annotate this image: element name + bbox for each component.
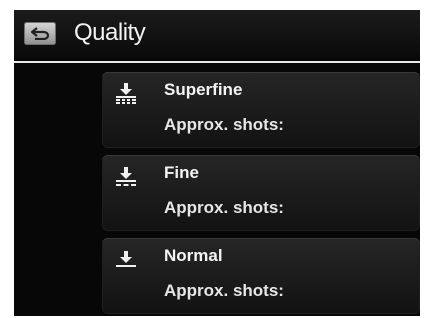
- back-arrow-icon: [30, 27, 50, 40]
- option-superfine[interactable]: Superfine Approx. shots:: [102, 72, 420, 148]
- quality-normal-icon: [116, 251, 136, 267]
- header-bar: Quality: [14, 10, 420, 58]
- back-button[interactable]: [24, 22, 56, 45]
- quality-menu-screen: Quality Superfine Approx. shots: Fine Ap…: [14, 10, 420, 316]
- quality-fine-icon: [116, 167, 136, 186]
- option-label: Normal: [164, 246, 223, 265]
- approx-shots-label: Approx. shots:: [164, 281, 284, 300]
- option-label: Fine: [164, 163, 199, 182]
- option-normal[interactable]: Normal Approx. shots:: [102, 238, 420, 314]
- header-divider: [14, 61, 420, 63]
- option-label: Superfine: [164, 80, 243, 99]
- option-fine[interactable]: Fine Approx. shots:: [102, 155, 420, 231]
- page-title: Quality: [74, 19, 146, 46]
- approx-shots-label: Approx. shots:: [164, 115, 284, 134]
- approx-shots-label: Approx. shots:: [164, 198, 284, 217]
- quality-superfine-icon: [116, 83, 136, 104]
